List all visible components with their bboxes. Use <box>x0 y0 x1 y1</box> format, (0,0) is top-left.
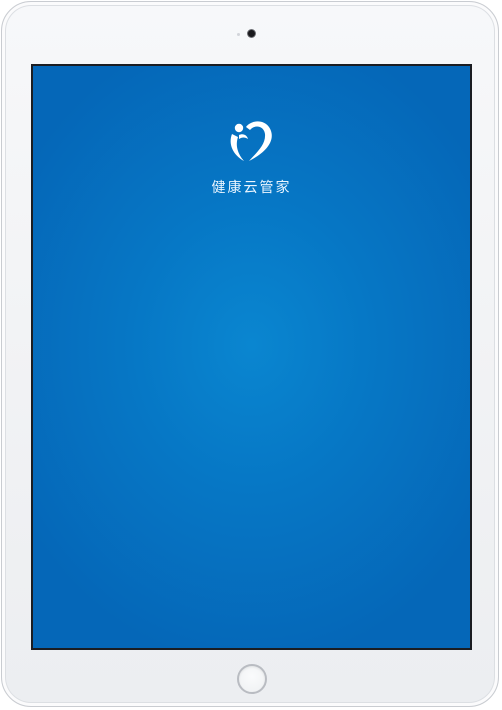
app-name: 健康云管家 <box>211 180 292 196</box>
splash-screen: 健康云管家 <box>31 64 472 650</box>
home-button[interactable] <box>237 664 267 694</box>
front-sensor <box>237 33 240 36</box>
heart-person-icon <box>230 121 272 161</box>
front-camera <box>248 30 255 37</box>
tablet-device-frame: 健康云管家 <box>1 1 499 707</box>
